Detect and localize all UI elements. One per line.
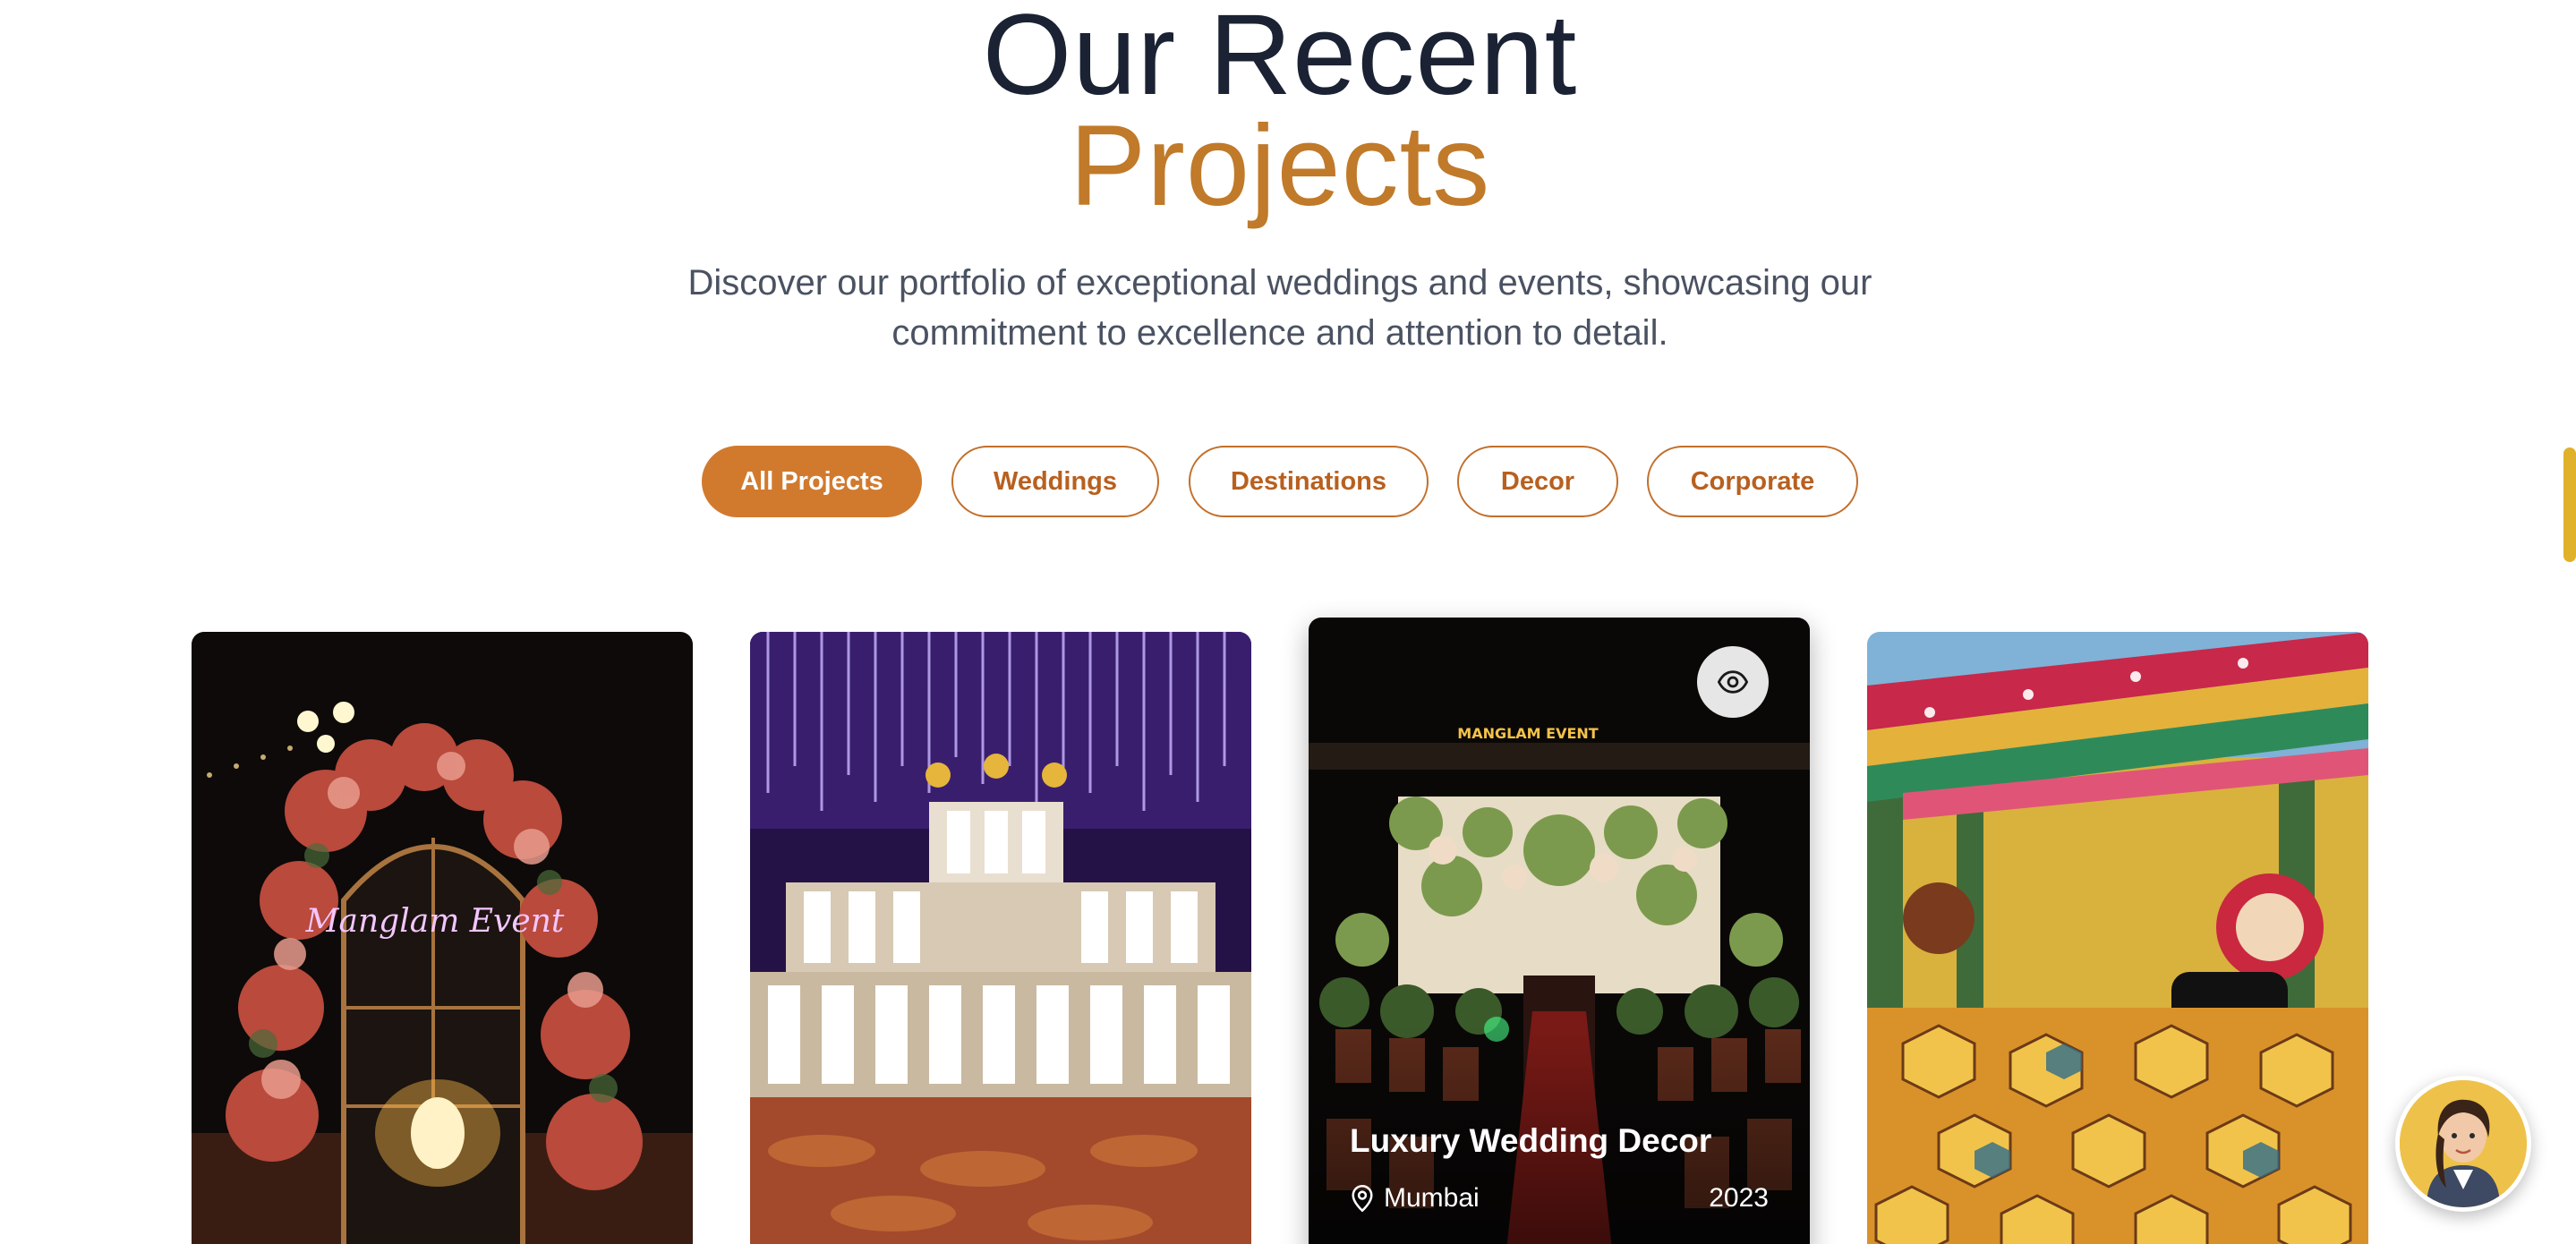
filter-weddings[interactable]: Weddings — [951, 446, 1159, 517]
project-image: Manglam Event — [192, 632, 693, 1244]
map-pin-icon — [1352, 1185, 1373, 1213]
project-filter-bar: All Projects Weddings Destinations Decor… — [0, 446, 2560, 517]
section-subtitle: Discover our portfolio of exceptional we… — [687, 263, 1872, 353]
section-title-line1: Our Recent — [982, 0, 1578, 119]
eye-icon — [1718, 670, 1748, 694]
filter-all-projects[interactable]: All Projects — [702, 446, 922, 517]
assistant-avatar-button[interactable] — [2395, 1076, 2531, 1212]
project-card[interactable] — [750, 632, 1251, 1244]
project-location-text: Mumbai — [1384, 1183, 1480, 1213]
project-image — [750, 632, 1251, 1244]
assistant-avatar — [2400, 1080, 2527, 1207]
project-image — [1867, 632, 2368, 1244]
project-card[interactable] — [1867, 632, 2368, 1244]
project-title: Luxury Wedding Decor — [1350, 1122, 1712, 1159]
project-year: 2023 — [1709, 1183, 1769, 1213]
filter-corporate[interactable]: Corporate — [1647, 446, 1858, 517]
project-location: Mumbai — [1350, 1183, 1480, 1214]
project-card-featured[interactable]: MANGLAM EVENT Luxury Wedding Decor Mumba… — [1309, 618, 1810, 1244]
project-card[interactable]: Manglam Event — [192, 632, 693, 1244]
neon-sign-text: Manglam Event — [305, 903, 565, 940]
filter-decor[interactable]: Decor — [1457, 446, 1618, 517]
stage-sign-text: MANGLAM EVENT — [1457, 725, 1599, 742]
filter-destinations[interactable]: Destinations — [1189, 446, 1429, 517]
section-title-line2: Projects — [1069, 102, 1491, 230]
page-scrollbar-thumb[interactable] — [2563, 447, 2576, 562]
view-project-button[interactable] — [1697, 646, 1769, 718]
